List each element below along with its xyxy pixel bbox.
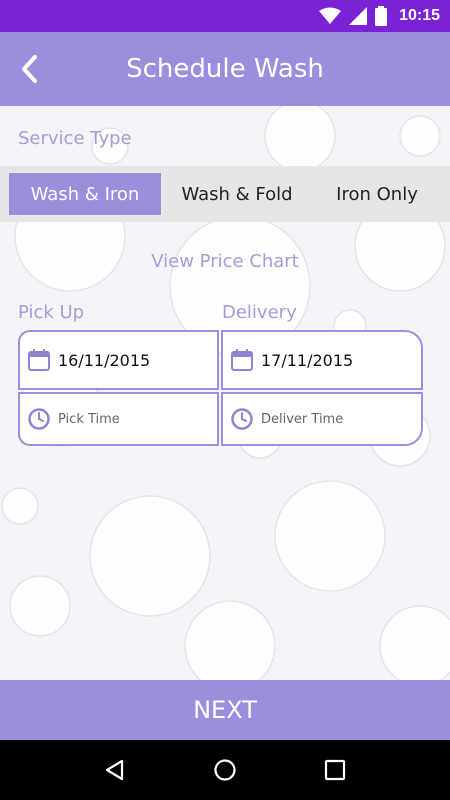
main-content: Service Type Wash & Iron Wash & Fold Iro…	[0, 106, 450, 680]
tab-wash-and-iron[interactable]: Wash & Iron	[9, 173, 161, 215]
clock-icon	[28, 408, 50, 430]
service-type-tabs: Wash & Iron Wash & Fold Iron Only	[0, 166, 450, 222]
recents-square-icon	[324, 759, 346, 781]
wifi-icon	[319, 7, 342, 24]
clock: 10:15	[399, 7, 440, 24]
clock-icon	[231, 408, 253, 430]
calendar-icon	[231, 349, 253, 371]
back-triangle-icon	[105, 759, 124, 781]
pickup-time-placeholder: Pick Time	[58, 411, 120, 427]
app-bar: Schedule Wash	[0, 32, 450, 106]
delivery-time-placeholder: Deliver Time	[261, 411, 344, 427]
delivery-date-field[interactable]: 17/11/2015	[221, 330, 423, 390]
nav-back-button[interactable]	[95, 750, 135, 790]
battery-icon	[375, 6, 388, 26]
status-bar: 10:15	[0, 0, 450, 32]
delivery-time-field[interactable]: Deliver Time	[221, 392, 423, 446]
cell-signal-icon	[349, 7, 368, 25]
tab-wash-and-fold[interactable]: Wash & Fold	[161, 173, 313, 215]
nav-recents-button[interactable]	[315, 750, 355, 790]
schedule-form: 16/11/2015 17/11/2015 Pick Time Deliver …	[18, 330, 423, 446]
tab-iron-only[interactable]: Iron Only	[313, 173, 441, 215]
next-button[interactable]: NEXT	[0, 680, 450, 740]
nav-home-button[interactable]	[205, 750, 245, 790]
home-circle-icon	[214, 759, 236, 781]
pickup-date-field[interactable]: 16/11/2015	[18, 330, 219, 390]
pickup-label: Pick Up	[18, 302, 85, 323]
service-type-label: Service Type	[18, 128, 132, 149]
system-nav-bar	[0, 740, 450, 800]
page-title: Schedule Wash	[126, 54, 324, 84]
calendar-icon	[28, 349, 50, 371]
delivery-date-value: 17/11/2015	[261, 350, 354, 370]
delivery-label: Delivery	[222, 302, 297, 323]
pickup-date-value: 16/11/2015	[58, 350, 151, 370]
view-price-chart-link[interactable]: View Price Chart	[0, 251, 450, 272]
pickup-time-field[interactable]: Pick Time	[18, 392, 219, 446]
